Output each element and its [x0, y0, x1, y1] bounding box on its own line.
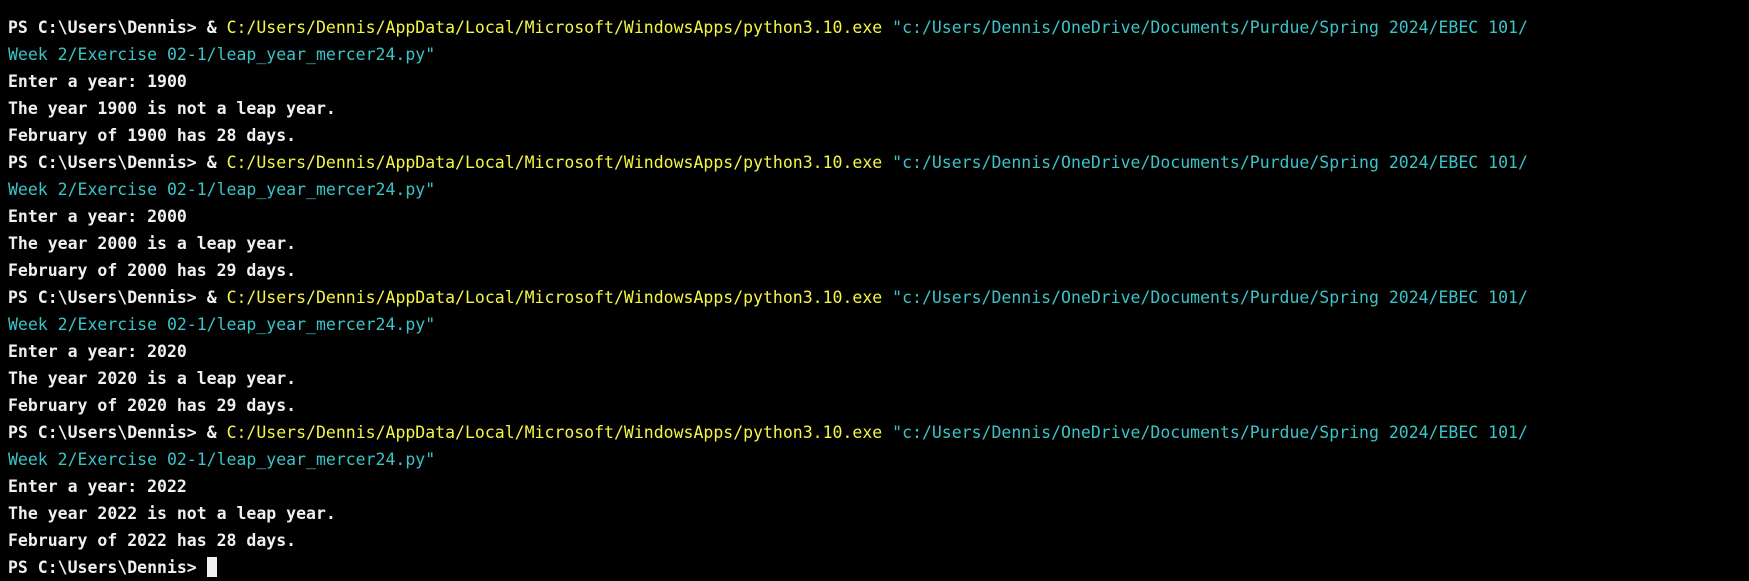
prompt: PS C:\Users\Dennis>: [8, 288, 207, 307]
call-operator: &: [206, 18, 227, 37]
command-line: PS C:\Users\Dennis> & C:/Users/Dennis/Ap…: [8, 14, 1538, 68]
prompt: PS C:\Users\Dennis>: [8, 423, 207, 442]
python-executable-path: C:/Users/Dennis/AppData/Local/Microsoft/…: [226, 18, 883, 37]
prompt: PS C:\Users\Dennis>: [8, 18, 207, 37]
prompt: PS C:\Users\Dennis>: [8, 558, 207, 577]
command-line: PS C:\Users\Dennis> & C:/Users/Dennis/Ap…: [8, 149, 1538, 203]
output-days: February of 2022 has 28 days.: [8, 531, 297, 550]
python-executable-path: C:/Users/Dennis/AppData/Local/Microsoft/…: [226, 288, 883, 307]
command-line: PS C:\Users\Dennis> & C:/Users/Dennis/Ap…: [8, 284, 1538, 338]
python-executable-path: C:/Users/Dennis/AppData/Local/Microsoft/…: [226, 423, 883, 442]
output-input: Enter a year: 2020: [8, 342, 187, 361]
output-input: Enter a year: 1900: [8, 72, 187, 91]
output-result: The year 2000 is a leap year.: [8, 234, 297, 253]
output-input: Enter a year: 2022: [8, 477, 187, 496]
output-result: The year 2022 is not a leap year.: [8, 504, 336, 523]
output-days: February of 1900 has 28 days.: [8, 126, 297, 145]
output-result: The year 1900 is not a leap year.: [8, 99, 336, 118]
output-input: Enter a year: 2000: [8, 207, 187, 226]
python-executable-path: C:/Users/Dennis/AppData/Local/Microsoft/…: [226, 153, 883, 172]
terminal-output[interactable]: PS C:\Users\Dennis> & C:/Users/Dennis/Ap…: [8, 14, 1538, 581]
call-operator: &: [206, 153, 227, 172]
call-operator: &: [206, 423, 227, 442]
text-cursor: [206, 557, 217, 577]
active-prompt-line[interactable]: PS C:\Users\Dennis>: [8, 554, 1538, 581]
output-days: February of 2020 has 29 days.: [8, 396, 297, 415]
call-operator: &: [206, 288, 227, 307]
prompt: PS C:\Users\Dennis>: [8, 153, 207, 172]
output-result: The year 2020 is a leap year.: [8, 369, 297, 388]
command-line: PS C:\Users\Dennis> & C:/Users/Dennis/Ap…: [8, 419, 1538, 473]
output-days: February of 2000 has 29 days.: [8, 261, 297, 280]
